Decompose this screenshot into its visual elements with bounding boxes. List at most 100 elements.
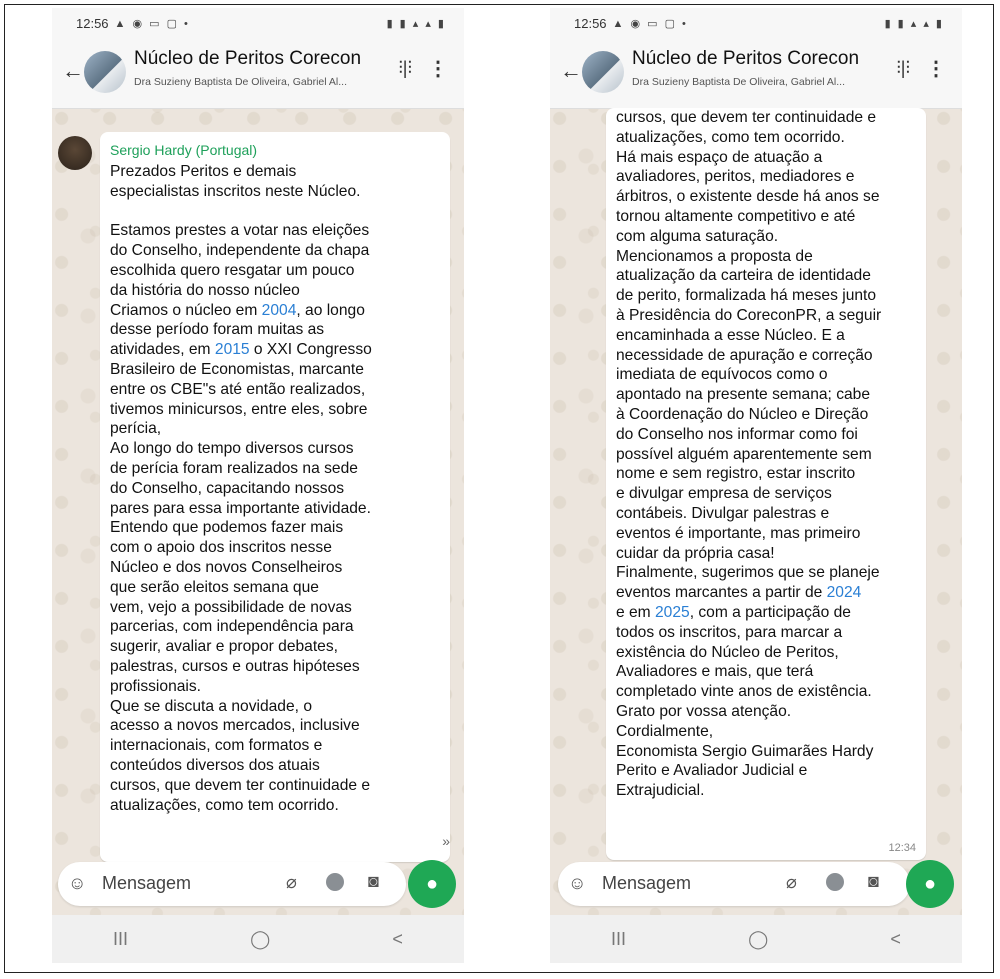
back-arrow-icon[interactable]: ← [560, 58, 582, 84]
sender-name[interactable]: Sergio Hardy (Portugal) [110, 142, 440, 158]
mic-icon: ● [425, 872, 439, 895]
home-icon[interactable]: ◯ [748, 929, 768, 950]
message-line: Perito e Avaliador Judicial e [616, 762, 808, 780]
recent-apps-icon[interactable]: III [113, 929, 128, 950]
date-link[interactable]: 2004 [262, 302, 297, 319]
message-line: possível alguém aparentemente sem [616, 445, 872, 463]
group-avatar[interactable] [582, 51, 624, 93]
audio-call-icon[interactable]: ⫶|⫶ [398, 58, 412, 79]
audio-call-icon[interactable]: ⫶|⫶ [896, 58, 910, 79]
message-line: perícia, [110, 420, 162, 438]
emoji-icon[interactable]: ☺ [68, 873, 86, 894]
message-line: de perito, formalizada há meses junto [616, 287, 877, 305]
message-line: do Conselho, independente da chapa [110, 242, 370, 260]
emoji-icon[interactable]: ☺ [568, 873, 586, 894]
message-line: atualizações, como tem ocorrido. [616, 128, 845, 146]
message-bubble[interactable]: cursos, que devem ter continuidade e atua… [606, 108, 926, 860]
message-line: Mencionamos a proposta de [616, 247, 813, 265]
attach-icon[interactable]: ⌀ [286, 872, 297, 893]
message-line: à Presidência do CoreconPR, a seguir [616, 306, 882, 324]
chat-header: ← Núcleo de Peritos Corecon Dra Suzieny … [550, 38, 962, 109]
message-text: Prezados Peritos e demais especialistas i… [110, 162, 440, 815]
status-time: 12:56 [574, 15, 607, 31]
system-icons: ▮ ▮ ▴ ▴ ▮ [386, 17, 446, 30]
message-bubble[interactable]: Sergio Hardy (Portugal) Prezados Peritos… [100, 132, 450, 862]
message-line: Economista Sergio Guimarães Hardy [616, 742, 874, 760]
chat-title[interactable]: Núcleo de Peritos Corecon [632, 48, 859, 70]
message-line: encaminhada a esse Núcleo. E a [616, 326, 845, 344]
notification-icons: ▲ ◉ ▭ ▢ • [612, 17, 688, 30]
message-line: entre os CBE"s até então realizados, [110, 380, 366, 398]
mic-button[interactable]: ● [906, 860, 954, 908]
message-line: Entendo que podemos fazer mais [110, 519, 344, 537]
message-line: de perícia foram realizados na sede [110, 459, 358, 477]
attach-icon[interactable]: ⌀ [786, 872, 797, 893]
message-input[interactable]: Mensagem [602, 873, 691, 894]
message-line: completado vinte anos de existência. [616, 683, 872, 701]
message-composer[interactable]: ☺ Mensagem ⌀ ◙ [558, 862, 910, 906]
sticker-icon[interactable] [826, 873, 844, 891]
nav-back-icon[interactable]: < [890, 929, 901, 950]
message-line: cursos, que devem ter continuidade e [616, 109, 877, 126]
chat-title[interactable]: Núcleo de Peritos Corecon [134, 48, 361, 70]
chat-participants[interactable]: Dra Suzieny Baptista De Oliveira, Gabrie… [632, 76, 872, 88]
message-line: necessidade de apuração e correção [616, 346, 873, 364]
notification-icons: ▲ ◉ ▭ ▢ • [114, 17, 190, 30]
message-line: profissionais. [110, 677, 202, 695]
message-line: palestras, cursos e outras hipóteses [110, 657, 360, 675]
chat-participants[interactable]: Dra Suzieny Baptista De Oliveira, Gabrie… [134, 76, 374, 88]
message-line: atualização da carteira de identidade [616, 267, 871, 285]
message-line: imediata de equívocos como o [616, 366, 828, 384]
mic-button[interactable]: ● [408, 860, 456, 908]
message-line: Extrajudicial. [616, 782, 705, 800]
camera-icon[interactable]: ◙ [368, 871, 379, 892]
message-line: Cordialmente, [616, 722, 714, 740]
message-line: tivemos minicursos, entre eles, sobre [110, 400, 368, 418]
more-options-icon[interactable]: ⋮ [428, 56, 448, 81]
message-line: eventos é importante, mas primeiro [616, 524, 861, 542]
message-line: Ao longo do tempo diversos cursos [110, 440, 354, 458]
message-line: Brasileiro de Economistas, marcante [110, 360, 364, 378]
home-icon[interactable]: ◯ [250, 929, 270, 950]
date-link[interactable]: 2024 [827, 584, 862, 601]
message-line: Avaliadores e mais, que terá [616, 663, 814, 681]
message-line: atualizações, como tem ocorrido. [110, 796, 339, 814]
system-icons: ▮ ▮ ▴ ▴ ▮ [884, 17, 944, 30]
message-line: Núcleo e dos novos Conselheiros [110, 558, 343, 576]
message-line: parcerias, com independência para [110, 618, 354, 636]
message-line: árbitros, o existente desde há anos se [616, 188, 880, 206]
sticker-icon[interactable] [326, 873, 344, 891]
back-arrow-icon[interactable]: ← [62, 58, 84, 84]
message-line: existência do Núcleo de Peritos, [616, 643, 839, 661]
message-line: cuidar da própria casa! [616, 544, 775, 562]
more-options-icon[interactable]: ⋮ [926, 56, 946, 81]
sender-avatar[interactable] [58, 136, 92, 170]
message-line: apontado na presente semana; cabe [616, 386, 871, 404]
message-line: vem, vejo a possibilidade de novas [110, 598, 352, 616]
status-bar: 12:56 ▲ ◉ ▭ ▢ • ▮ ▮ ▴ ▴ ▮ [550, 8, 962, 38]
camera-icon[interactable]: ◙ [868, 871, 879, 892]
message-line: desse período foram muitas as [110, 321, 325, 339]
group-avatar[interactable] [84, 51, 126, 93]
message-composer[interactable]: ☺ Mensagem ⌀ ◙ [58, 862, 406, 906]
message-line: nome e sem registro, estar inscrito [616, 465, 856, 483]
message-line: do Conselho, capacitando nossos [110, 479, 345, 497]
message-line: Estamos prestes a votar nas eleições [110, 222, 370, 240]
date-link[interactable]: 2015 [215, 341, 250, 358]
scroll-down-icon[interactable]: » [442, 833, 450, 849]
message-line: avaliadores, peritos, mediadores e [616, 168, 855, 186]
message-line: especialistas inscritos neste Núcleo. [110, 182, 361, 200]
message-line: escolhida quero resgatar um pouco [110, 261, 355, 279]
android-nav-bar: III ◯ < [52, 915, 464, 963]
message-input[interactable]: Mensagem [102, 873, 191, 894]
phone-screen-right: 12:56 ▲ ◉ ▭ ▢ • ▮ ▮ ▴ ▴ ▮ ← Núcleo de Pe… [550, 8, 962, 963]
message-line: todos os inscritos, para marcar a [616, 623, 843, 641]
date-link[interactable]: 2025 [655, 604, 690, 621]
message-line: contábeis. Divulgar palestras e [616, 504, 830, 522]
message-line [110, 202, 440, 222]
message-line: do Conselho nos informar como foi [616, 425, 858, 443]
nav-back-icon[interactable]: < [392, 929, 403, 950]
message-line: e divulgar empresa de serviços [616, 485, 832, 503]
message-line: com o apoio dos inscritos nesse [110, 539, 332, 557]
recent-apps-icon[interactable]: III [611, 929, 626, 950]
